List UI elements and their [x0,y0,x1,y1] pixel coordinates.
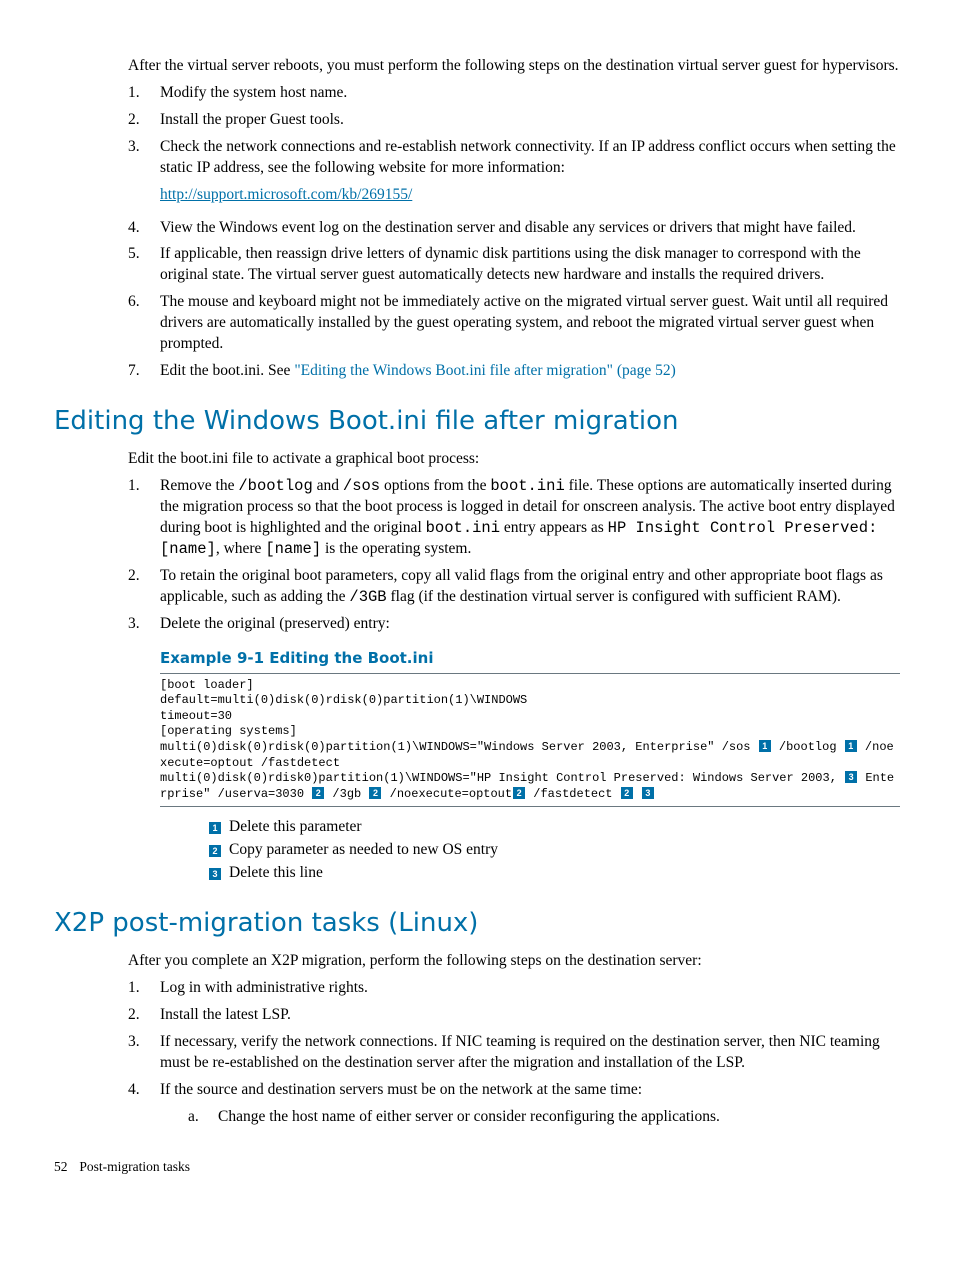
step-number: 4. [128,218,160,239]
code-line: multi(0)disk(0)rdisk(0)partition(1)\WIND… [160,740,758,754]
code-inline: boot.ini [490,477,564,495]
kb-link[interactable]: http://support.microsoft.com/kb/269155/ [160,186,412,203]
callout-2-text: Copy parameter as needed to new OS entry [229,840,498,861]
code-line: [operating systems] [160,724,297,738]
step-text: Install the proper Guest tools. [160,110,900,131]
code-line: timeout=30 [160,709,232,723]
code-line: /fastdetect [526,787,620,801]
callout-3-icon: 3 [642,787,654,799]
section-heading-bootini: Editing the Windows Boot.ini file after … [54,404,900,439]
x2p-intro: After you complete an X2P migration, per… [128,951,900,972]
callout-2-icon: 2 [369,787,381,799]
t: and [313,477,343,494]
section-heading-x2p: X2P post-migration tasks (Linux) [54,906,900,941]
code-inline: /sos [343,477,380,495]
code-inline: /3GB [349,588,386,606]
t: , where [216,540,266,557]
step-number: 3. [128,137,160,158]
example-title: Example 9-1 Editing the Boot.ini [160,648,900,668]
code-inline: /bootlog [238,477,312,495]
step-number: 5. [128,244,160,265]
code-line: /3gb [325,787,368,801]
callout-3-text: Delete this line [229,863,323,884]
step-text: Delete the original (preserved) entry: [160,614,900,635]
step-text: Edit the boot.ini. See "Editing the Wind… [160,361,900,382]
step-number: 2. [128,1005,160,1026]
step-text: Remove the /bootlog and /sos options fro… [160,476,900,560]
step-text-body: If the source and destination servers mu… [160,1081,642,1098]
step-number: 3. [128,1032,160,1053]
page-number: 52 [54,1158,76,1176]
t: options from the [380,477,490,494]
step-number: 7. [128,361,160,382]
step-number: 3. [128,614,160,635]
substep-letter: a. [160,1107,218,1128]
step-text: The mouse and keyboard might not be imme… [160,292,900,355]
code-line: default=multi(0)disk(0)rdisk(0)partition… [160,693,527,707]
callout-1-icon: 1 [845,740,857,752]
step-text: If necessary, verify the network connect… [160,1032,900,1074]
code-inline: [name] [265,540,321,558]
code-line: [boot loader] [160,678,254,692]
step-number: 1. [128,978,160,999]
intro-paragraph: After the virtual server reboots, you mu… [128,56,900,77]
callout-1-icon: 1 [759,740,771,752]
code-line: multi(0)disk(0)rdisk0)partition(1)\WINDO… [160,771,844,785]
edit-intro: Edit the boot.ini file to activate a gra… [128,449,900,470]
steps-list-1: 1.Modify the system host name. 2.Install… [128,83,900,382]
step-number: 2. [128,566,160,587]
step-text: If applicable, then reassign drive lette… [160,244,900,286]
code-line: /bootlog [772,740,844,754]
step-text: View the Windows event log on the destin… [160,218,900,239]
substep-text: Change the host name of either server or… [218,1107,720,1128]
boot-ini-code: [boot loader] default=multi(0)disk(0)rdi… [160,678,900,803]
step-text: If the source and destination servers mu… [160,1080,900,1132]
step-number: 6. [128,292,160,313]
step-number: 1. [128,83,160,104]
step-text-body: Check the network connections and re-est… [160,138,896,176]
xref-link[interactable]: "Editing the Windows Boot.ini file after… [294,362,676,379]
step-text-prefix: Edit the boot.ini. See [160,362,294,379]
step-text: Modify the system host name. [160,83,900,104]
callout-1-icon: 1 [209,822,221,834]
footer-title: Post-migration tasks [79,1159,190,1174]
step-text: Check the network connections and re-est… [160,137,900,212]
callout-2-icon: 2 [621,787,633,799]
step-text: To retain the original boot parameters, … [160,566,900,608]
step-text: Install the latest LSP. [160,1005,900,1026]
step-number: 1. [128,476,160,497]
divider [160,806,900,807]
step-text: Log in with administrative rights. [160,978,900,999]
step-number: 4. [128,1080,160,1101]
callout-2-icon: 2 [312,787,324,799]
callout-legend: 1 Delete this parameter 2 Copy parameter a… [208,817,900,884]
t: flag (if the destination virtual server … [387,588,841,605]
t: entry appears as [500,519,608,536]
callout-1-text: Delete this parameter [229,817,362,838]
callout-2-icon: 2 [209,845,221,857]
t: Remove the [160,477,238,494]
callout-2-icon: 2 [513,787,525,799]
steps-list-2: 1. Remove the /bootlog and /sos options … [128,476,900,634]
code-line: /noexecute=optout [382,787,512,801]
page-footer: 52 Post-migration tasks [54,1158,900,1176]
divider [160,673,900,674]
callout-3-icon: 3 [845,771,857,783]
step-number: 2. [128,110,160,131]
steps-list-3: 1.Log in with administrative rights. 2.I… [128,978,900,1132]
code-inline: boot.ini [426,519,500,537]
callout-3-icon: 3 [209,868,221,880]
t: is the operating system. [321,540,471,557]
